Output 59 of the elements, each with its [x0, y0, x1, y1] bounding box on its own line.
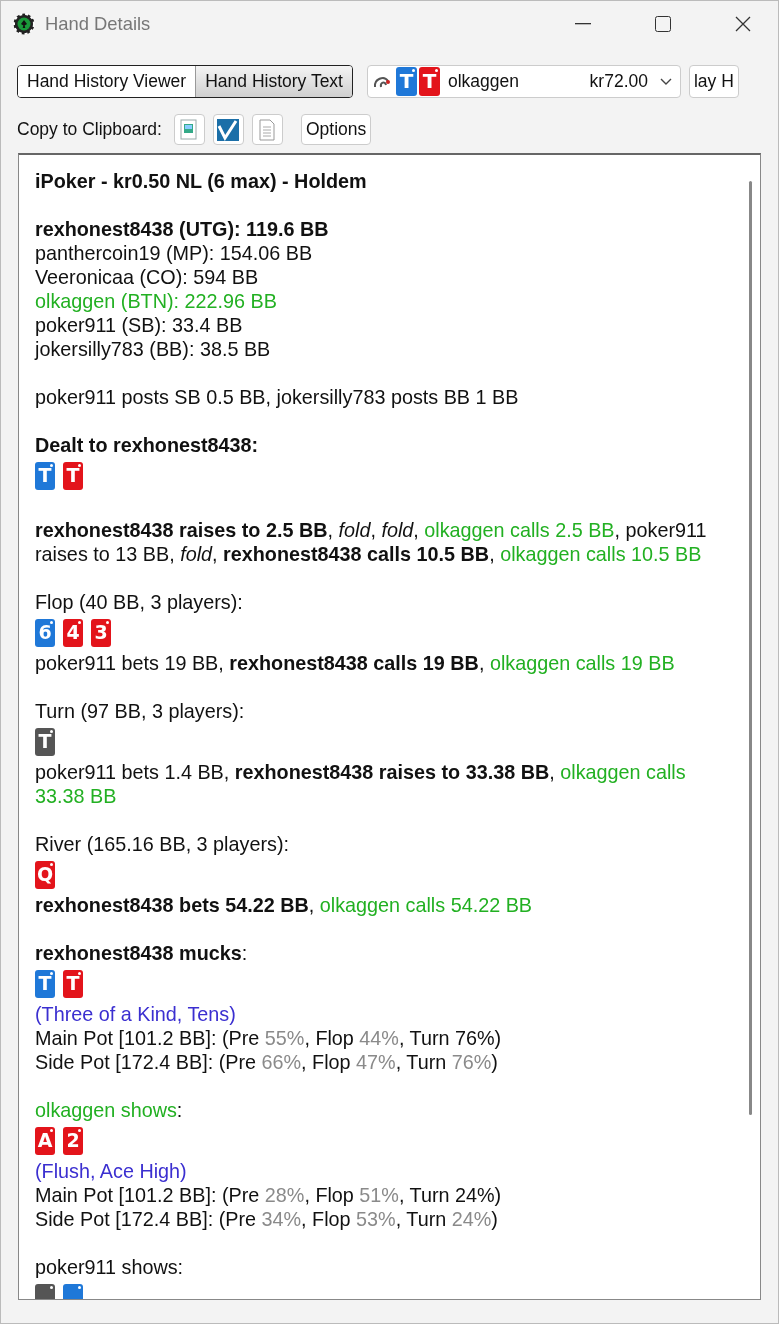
history-text: Side Pot [172.4 BB]: (Pre 66%, Flop 47%, Turn 76%) [35, 1050, 499, 1074]
history-text: panthercoin19 (MP): 154.06 BB [35, 241, 314, 265]
clipboard-label: Copy to Clipboard: [17, 119, 162, 140]
playing-card: A [35, 1126, 55, 1155]
maximize-icon [655, 16, 671, 32]
history-text: rexhonest8438 (UTG): 119.6 BB [35, 217, 330, 241]
history-text: jokersilly783 (BB): 38.5 BB [35, 337, 272, 361]
history-text: olkaggen shows: [35, 1098, 184, 1122]
replay-button[interactable]: lay H [689, 65, 739, 98]
playing-card: T [35, 727, 55, 756]
chart-copy-button[interactable] [212, 114, 244, 145]
history-text: iPoker - kr0.50 NL (6 max) - Holdem [35, 169, 368, 193]
playing-card: 3 [91, 618, 111, 647]
history-text: rexhonest8438 raises to 2.5 BB, fold, fold, olkaggen calls 2.5 BB, poker911 raises to 13 BB, fold, rexhonest8438 calls 10.5 BB, olkaggen calls 10.5 BB [35, 518, 708, 566]
minimize-icon [575, 23, 591, 25]
history-text: Main Pot [101.2 BB]: (Pre 28%, Flop 51%, Turn 24%) [35, 1183, 503, 1207]
playing-card: 4 [63, 618, 83, 647]
playing-card: 6 [35, 618, 55, 647]
view-tab[interactable]: Hand History Viewer [18, 66, 196, 97]
checkmark-icon [216, 117, 241, 142]
playing-card: T [35, 969, 55, 998]
history-text: rexhonest8438 mucks: [35, 941, 249, 965]
playing-card: T [396, 66, 417, 97]
image-copy-button[interactable] [173, 114, 205, 145]
amount: kr72.00 [589, 71, 648, 92]
window-title: Hand Details [45, 13, 152, 35]
history-text: poker911 shows: [35, 1255, 185, 1279]
chevron-down-icon [660, 77, 672, 86]
image-icon [179, 118, 200, 141]
history-text: poker911 bets 1.4 BB, rexhonest8438 raises to 33.38 BB, olkaggen calls 33.38 BB [35, 760, 687, 808]
document-icon [258, 118, 277, 141]
history-text: poker911 bets 19 BB, rexhonest8438 calls 19 BB, olkaggen calls 19 BB [35, 651, 676, 675]
history-text: poker911 (SB): 33.4 BB [35, 313, 244, 337]
history-text: Veeronicaa (CO): 594 BB [35, 265, 260, 289]
history-text: Turn (97 BB, 3 players): [35, 699, 246, 723]
history-text: Flop (40 BB, 3 players): [35, 590, 244, 614]
history-text: Dealt to rexhonest8438: [35, 433, 260, 457]
history-text: rexhonest8438 bets 54.22 BB, olkaggen calls 54.22 BB [35, 893, 534, 917]
history-text: Main Pot [101.2 BB]: (Pre 55%, Flop 44%, Turn 76%) [35, 1026, 503, 1050]
hand-select-dropdown[interactable]: T T olkaggen kr72.00 [367, 65, 681, 98]
close-icon [735, 16, 751, 32]
player-name: olkaggen [448, 71, 521, 92]
history-text: (Three of a Kind, Tens) [35, 1002, 237, 1026]
history-text: (Flush, Ace High) [35, 1159, 188, 1183]
history-text: poker911 posts SB 0.5 BB, jokersilly783 posts BB 1 BB [35, 385, 520, 409]
playing-card: Q [35, 860, 55, 889]
options-button[interactable]: Options [300, 114, 372, 145]
text-copy-button[interactable] [251, 114, 283, 145]
playing-card: 2 [63, 1126, 83, 1155]
playing-card: T [35, 461, 55, 490]
playing-card: T [419, 66, 440, 97]
scrollbar-thumb[interactable] [748, 181, 752, 1115]
history-text: olkaggen (BTN): 222.96 BB [35, 289, 278, 313]
playing-card: T [63, 461, 83, 490]
poker-chip-icon [13, 13, 35, 35]
view-tab[interactable]: Hand History Text [195, 66, 352, 97]
history-text: River (165.16 BB, 3 players): [35, 832, 290, 856]
playing-card: T [63, 969, 83, 998]
history-text: Side Pot [172.4 BB]: (Pre 34%, Flop 53%, Turn 24%) [35, 1207, 499, 1231]
